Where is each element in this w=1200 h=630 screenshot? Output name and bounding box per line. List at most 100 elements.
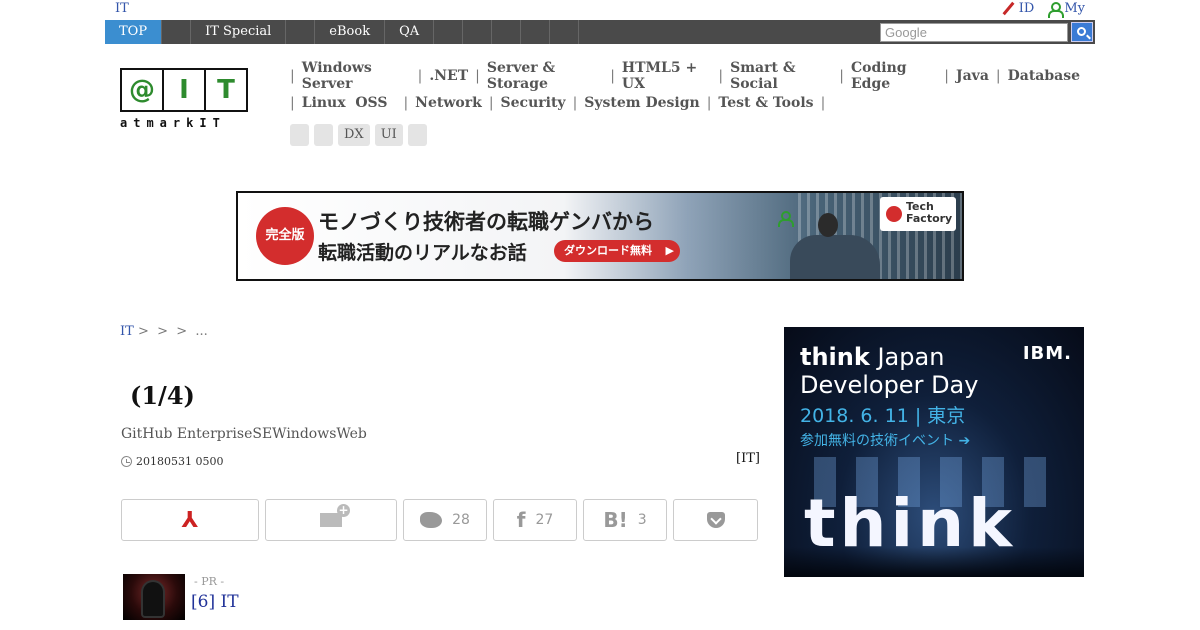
article-subtitle: GitHub EnterpriseSEWindowsWeb bbox=[121, 426, 367, 442]
mail-button[interactable] bbox=[265, 499, 397, 541]
chip-2[interactable] bbox=[314, 124, 333, 146]
banner-ad[interactable]: 完全版 モノづくり技術者の転職ゲンバから 転職活動のリアルなお話 ダウンロード無… bbox=[236, 191, 964, 281]
main-nav: TOP IT Special eBook QA Google bbox=[105, 20, 1095, 44]
pdf-icon: ⅄ bbox=[181, 507, 199, 533]
nav-item-11[interactable] bbox=[550, 20, 580, 44]
ad-date-location: 2018. 6. 11 | 東京 bbox=[800, 405, 966, 427]
cat-security[interactable]: Security bbox=[501, 95, 566, 111]
separator: | bbox=[839, 68, 844, 84]
site-link[interactable]: IT bbox=[115, 1, 129, 16]
search-icon bbox=[1077, 27, 1086, 36]
separator: | bbox=[475, 68, 480, 84]
article-source: [IT] bbox=[736, 451, 760, 466]
nav-item-4[interactable] bbox=[286, 20, 316, 44]
chip-1[interactable] bbox=[290, 124, 309, 146]
pr-title-link[interactable]: [6] IT bbox=[191, 592, 239, 612]
separator: | bbox=[820, 95, 826, 111]
facebook-icon: f bbox=[516, 508, 526, 532]
ad-brand-logo: IBM. bbox=[1022, 343, 1072, 364]
twitter-count: 28 bbox=[452, 512, 470, 528]
site-logo[interactable]: @ I T atmarkIT bbox=[120, 68, 250, 132]
separator: | bbox=[944, 68, 949, 84]
separator: | bbox=[417, 68, 423, 84]
logo-cell-at: @ bbox=[122, 70, 164, 110]
search-input[interactable]: Google bbox=[880, 23, 1068, 42]
cat-network[interactable]: Network bbox=[415, 95, 482, 111]
banner-subheadline: 転職活動のリアルなお話 bbox=[318, 242, 527, 264]
mail-add-icon bbox=[320, 504, 350, 527]
nav-top[interactable]: TOP bbox=[105, 20, 163, 44]
hatena-bookmark-button[interactable]: B! 3 bbox=[583, 499, 667, 541]
pr-thumbnail[interactable] bbox=[123, 574, 185, 620]
separator: | bbox=[718, 68, 724, 84]
separator: | bbox=[610, 68, 615, 84]
pdf-button[interactable]: ⅄ bbox=[121, 499, 259, 541]
my-link[interactable]: My bbox=[1048, 1, 1085, 18]
article-title: (1/4) bbox=[130, 381, 195, 410]
user-icon bbox=[1048, 1, 1065, 18]
nav-it-special[interactable]: IT Special bbox=[191, 20, 287, 44]
chip-5[interactable] bbox=[407, 124, 427, 146]
cat-java[interactable]: Java bbox=[956, 68, 989, 84]
chip-dx[interactable]: DX bbox=[338, 124, 370, 146]
nav-qa[interactable]: QA bbox=[385, 20, 435, 44]
cat-server-storage[interactable]: Server & Storage bbox=[487, 60, 603, 92]
nav-item-2[interactable] bbox=[162, 20, 192, 44]
cat-smart-social[interactable]: Smart & Social bbox=[730, 60, 832, 92]
separator: | bbox=[290, 95, 295, 111]
breadcrumb-home[interactable]: IT bbox=[120, 324, 134, 339]
breadcrumb-trail: > > > ... bbox=[133, 324, 208, 339]
separator: | bbox=[995, 68, 1001, 84]
ad-floor-shade bbox=[784, 547, 1084, 577]
twitter-icon bbox=[420, 512, 443, 528]
cat-linux-oss[interactable]: Linux OSS bbox=[302, 95, 388, 111]
article-date: 20180531 0500 bbox=[121, 455, 223, 468]
topic-chips: DX UI bbox=[290, 124, 427, 146]
article-date-text: 20180531 0500 bbox=[136, 455, 224, 468]
category-row-1: | Windows Server | .NET | Server & Storage … bbox=[290, 60, 1080, 92]
pr-label: - PR - bbox=[194, 575, 225, 588]
sidebar-ad[interactable]: think Japan Developer Day 2018. 6. 11 | … bbox=[784, 327, 1084, 577]
pocket-button[interactable] bbox=[673, 499, 758, 541]
nav-item-10[interactable] bbox=[521, 20, 551, 44]
separator: | bbox=[706, 95, 712, 111]
separator: | bbox=[488, 95, 494, 111]
ad-headline-1: think Japan bbox=[800, 343, 945, 371]
banner-brand-logo: Tech Factory bbox=[880, 197, 956, 231]
twitter-share-button[interactable]: 28 bbox=[403, 499, 487, 541]
nav-item-9[interactable] bbox=[492, 20, 522, 44]
clock-icon bbox=[121, 456, 132, 467]
pocket-icon bbox=[706, 512, 725, 528]
nav-item-7[interactable] bbox=[434, 20, 464, 44]
cat-database[interactable]: Database bbox=[1008, 68, 1080, 84]
cat-test-tools[interactable]: Test & Tools bbox=[718, 95, 813, 111]
category-row-2: | Linux OSS | Network | Security | System De… bbox=[290, 93, 1080, 113]
cat-system-design[interactable]: System Design bbox=[584, 95, 699, 111]
hatena-icon: B! bbox=[603, 508, 628, 532]
cat-coding-edge[interactable]: Coding Edge bbox=[851, 60, 937, 92]
separator: | bbox=[290, 68, 295, 84]
search-button[interactable] bbox=[1071, 22, 1093, 42]
nav-item-8[interactable] bbox=[463, 20, 493, 44]
chip-ui[interactable]: UI bbox=[374, 124, 403, 146]
banner-headline: モノづくり技術者の転職ゲンバから bbox=[318, 210, 654, 234]
hatena-count: 3 bbox=[637, 512, 647, 528]
separator: | bbox=[572, 95, 578, 111]
logo-cell-t: T bbox=[217, 75, 235, 105]
logo-tagline: atmarkIT bbox=[120, 116, 226, 130]
facebook-share-button[interactable]: f 27 bbox=[493, 499, 577, 541]
cat-dotnet[interactable]: .NET bbox=[429, 68, 468, 84]
nav-ebook[interactable]: eBook bbox=[315, 20, 386, 44]
breadcrumb: IT > > > ... bbox=[120, 324, 208, 339]
separator: | bbox=[403, 95, 409, 111]
cat-windows-server[interactable]: Windows Server bbox=[302, 60, 411, 92]
banner-download-button[interactable]: ダウンロード無料 bbox=[554, 240, 680, 262]
ad-headline-2: Developer Day bbox=[800, 371, 979, 399]
logo-cell-i: I bbox=[164, 70, 206, 110]
top-strip: IT ID My bbox=[0, 0, 1200, 18]
banner-seal: 完全版 bbox=[256, 207, 314, 265]
user-links: ID My bbox=[1001, 1, 1085, 18]
id-link[interactable]: ID bbox=[1001, 1, 1035, 16]
cat-html5-ux[interactable]: HTML5 + UX bbox=[622, 60, 711, 92]
ad-cta: 参加無料の技術イベント ➔ bbox=[800, 433, 971, 449]
